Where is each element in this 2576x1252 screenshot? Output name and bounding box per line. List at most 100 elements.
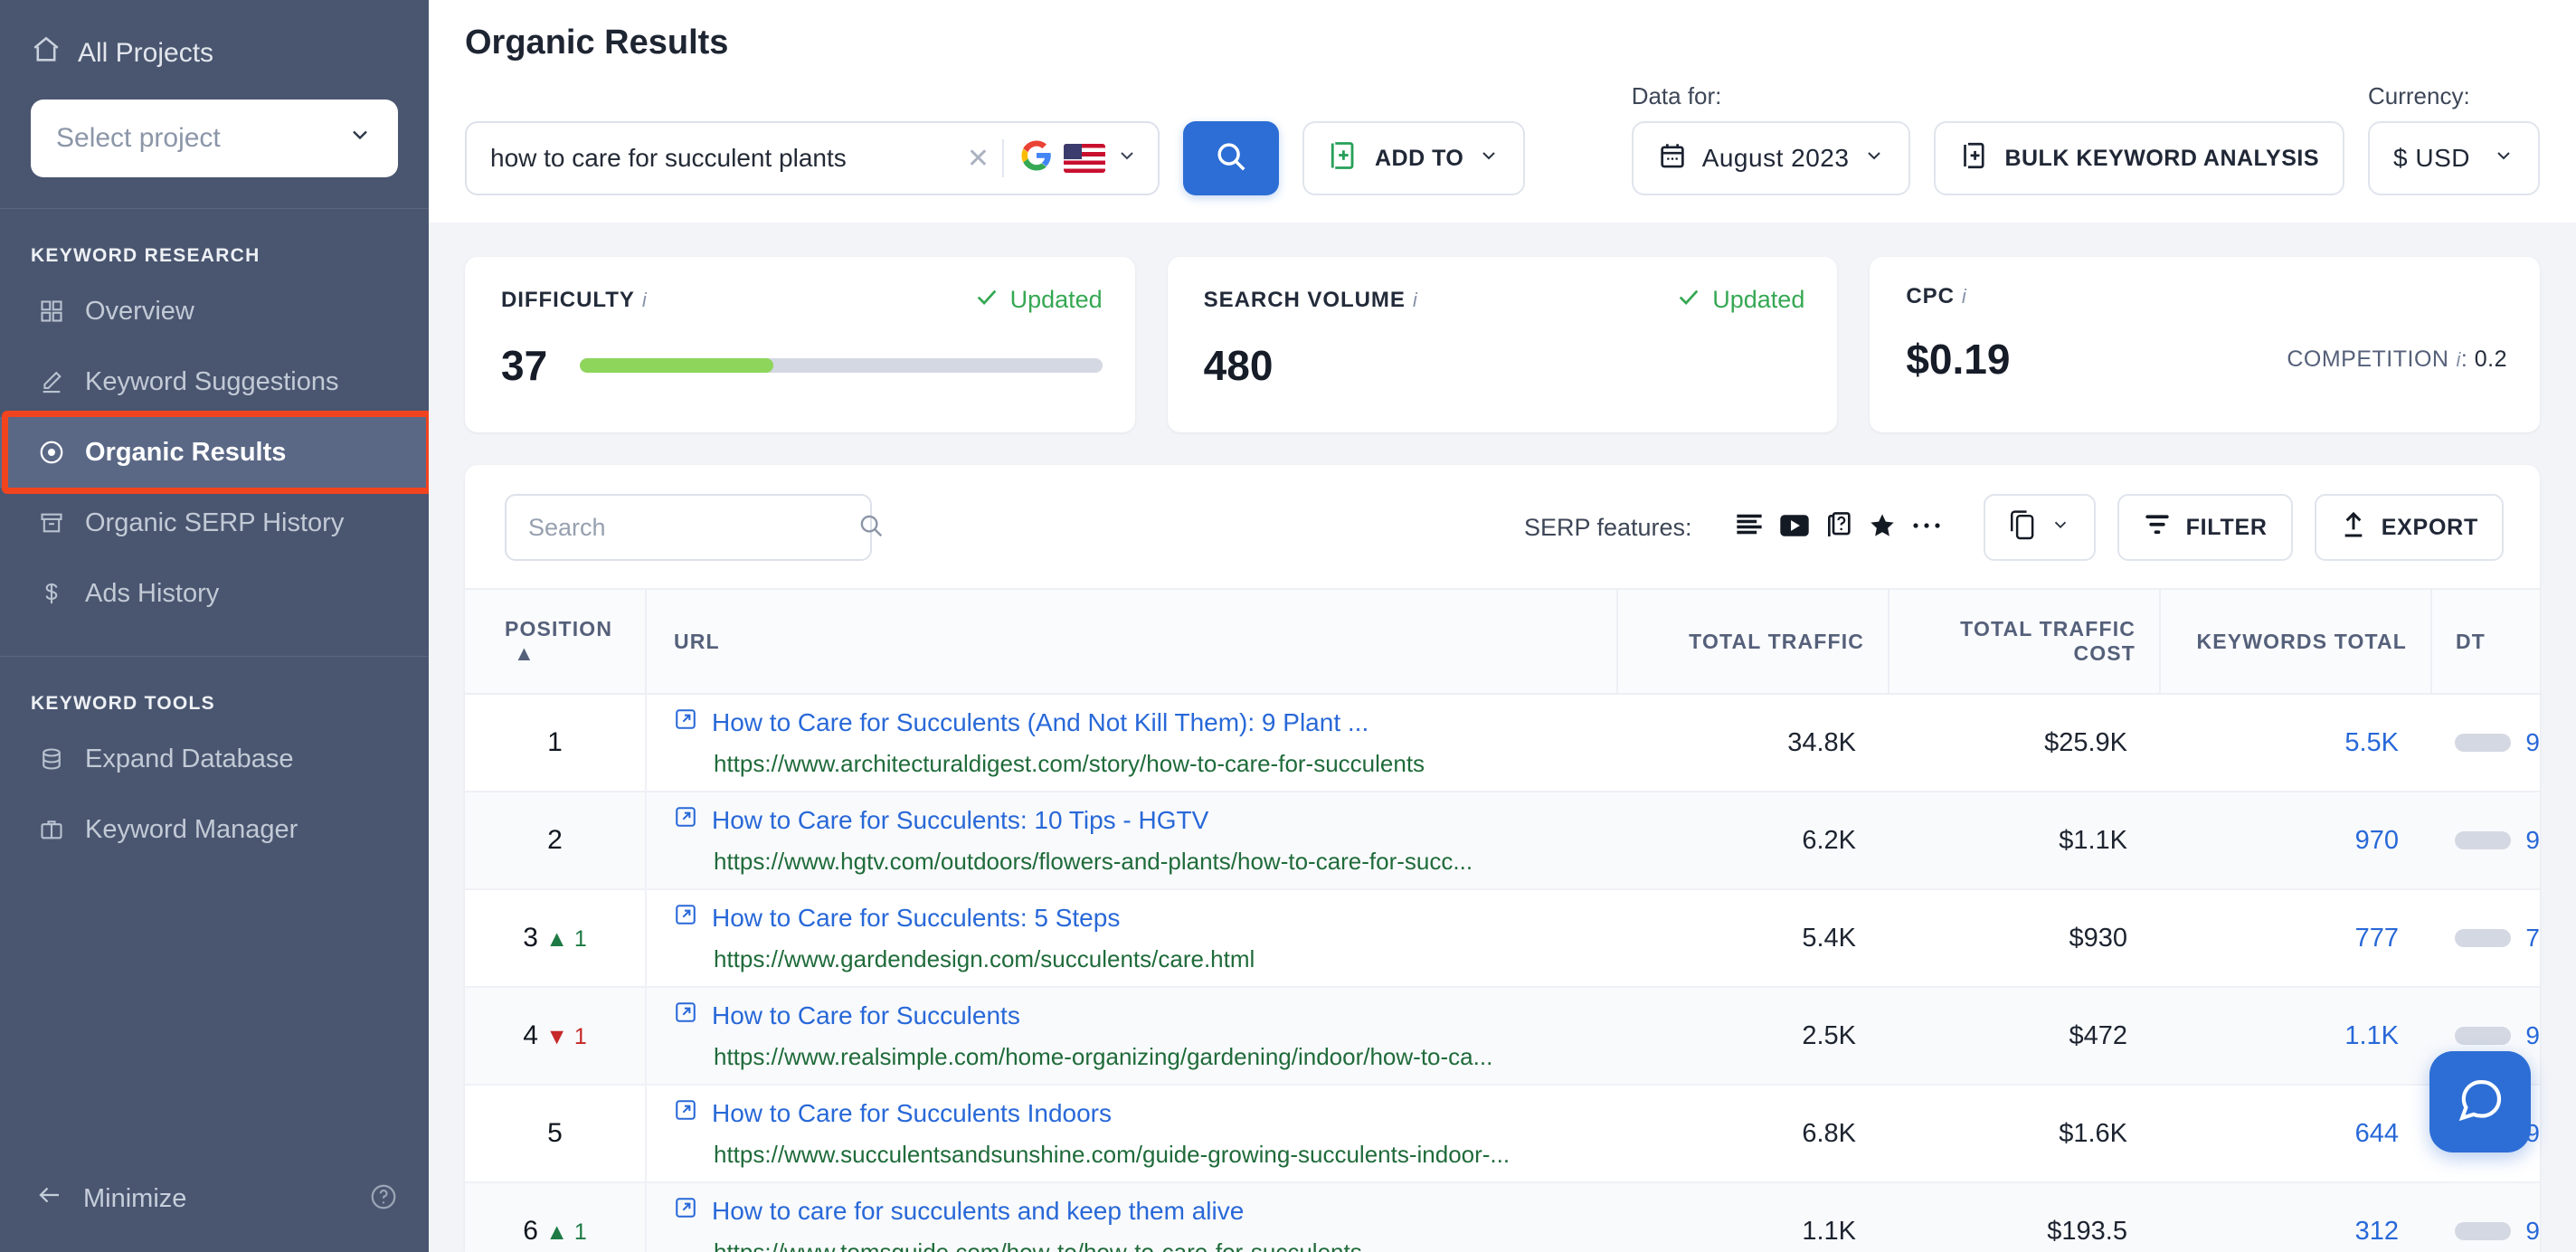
cell-keywords-total[interactable]: 970 — [2160, 792, 2431, 890]
table-row[interactable]: 3 ▲ 1 How to Care for Succulents: 5 Steps… — [465, 889, 2540, 988]
column-header-dt[interactable]: DT — [2430, 588, 2540, 695]
column-header-total-traffic[interactable]: TOTAL TRAFFIC — [1616, 588, 1889, 695]
project-select[interactable]: Select project — [31, 100, 398, 177]
table-row[interactable]: 6 ▲ 1 How to care for succulents and keep… — [465, 1182, 2540, 1252]
add-to-button[interactable]: ADD TO — [1302, 121, 1526, 195]
cell-total-traffic: 2.5K — [1617, 987, 1889, 1086]
dt-value: 7 — [2525, 924, 2540, 952]
result-url-text[interactable]: https://www.architecturaldigest.com/stor… — [714, 750, 1594, 778]
sidebar-item-overview[interactable]: Overview — [0, 276, 429, 346]
sidebar-footer: Minimize — [0, 1181, 429, 1252]
cell-dt: 9 — [2431, 694, 2540, 792]
column-header-url[interactable]: URL — [646, 588, 1617, 695]
cell-keywords-total[interactable]: 644 — [2160, 1085, 2431, 1183]
data-for-dropdown[interactable]: August 2023 — [1631, 121, 1911, 195]
search-button[interactable] — [1183, 121, 1279, 195]
search-volume-label: SEARCH VOLUME — [1203, 287, 1406, 312]
sidebar-item-keyword-suggestions[interactable]: Keyword Suggestions — [0, 346, 429, 417]
cell-url: How to Care for Succulents: 10 Tips - HG… — [646, 792, 1617, 890]
sidebar-item-organic-serp-history[interactable]: Organic SERP History — [0, 488, 429, 558]
table-row[interactable]: 2 How to Care for Succulents: 10 Tips - H… — [465, 792, 2540, 890]
filter-label: FILTER — [2185, 514, 2268, 540]
position-value: 1 — [547, 727, 563, 757]
table-row[interactable]: 1 How to Care for Succulents (And Not Kil… — [465, 694, 2540, 792]
search-engine-picker[interactable] — [1004, 139, 1138, 177]
currency-value: $ USD — [2393, 144, 2470, 172]
chevron-down-icon — [1116, 145, 1138, 173]
column-header-total-traffic-cost[interactable]: TOTAL TRAFFIC COST — [1888, 588, 2160, 695]
more-icon[interactable] — [1911, 519, 1942, 536]
serp-features-icons[interactable] — [1713, 501, 1962, 554]
search-icon — [857, 512, 885, 544]
column-header-keywords-total[interactable]: KEYWORDS TOTAL — [2159, 588, 2431, 695]
results-search-box[interactable] — [505, 494, 883, 561]
dollar-icon — [36, 581, 67, 606]
device-toggle-button[interactable] — [1983, 494, 2096, 561]
cell-keywords-total[interactable]: 312 — [2160, 1182, 2431, 1252]
table-row[interactable]: 5 How to Care for Succulents Indoors https… — [465, 1085, 2540, 1183]
result-title-link[interactable]: How to Care for Succulents — [674, 1001, 1594, 1030]
info-icon[interactable]: i — [642, 289, 647, 311]
cell-dt: 9 — [2431, 1182, 2540, 1252]
sidebar-item-label: Ads History — [85, 578, 220, 608]
column-header-position[interactable]: POSITION ▲ — [465, 588, 647, 695]
result-url-text[interactable]: https://www.gardendesign.com/succulents/… — [714, 945, 1594, 973]
result-title-link[interactable]: How to care for succulents and keep them… — [674, 1196, 1594, 1226]
table-row[interactable]: 4 ▼ 1 How to Care for Succulents https://w… — [465, 987, 2540, 1086]
data-for-label: Data for: — [1631, 82, 1722, 109]
minimize-label: Minimize — [83, 1183, 187, 1213]
video-icon[interactable] — [1779, 513, 1810, 543]
result-url-text[interactable]: https://www.hgtv.com/outdoors/flowers-an… — [714, 848, 1594, 876]
result-title-link[interactable]: How to Care for Succulents Indoors — [674, 1098, 1594, 1128]
sidebar-item-keyword-manager[interactable]: Keyword Manager — [0, 794, 429, 865]
card-label-wrap: SEARCH VOLUME i — [1204, 288, 1417, 313]
all-projects-link[interactable]: All Projects — [31, 34, 398, 72]
filter-button[interactable]: FILTER — [2117, 494, 2293, 561]
clear-icon[interactable]: ✕ — [954, 143, 1002, 175]
info-icon[interactable]: i — [2456, 348, 2460, 371]
cell-keywords-total[interactable]: 777 — [2160, 889, 2431, 988]
cell-url: How to Care for Succulents (And Not Kill… — [646, 694, 1617, 792]
results-search-input[interactable] — [528, 513, 848, 542]
result-url-text[interactable]: https://www.realsimple.com/home-organizi… — [714, 1043, 1594, 1071]
cell-keywords-total[interactable]: 1.1K — [2160, 987, 2431, 1086]
dt-indicator: 9 — [2455, 1021, 2540, 1050]
cell-keywords-total[interactable]: 5.5K — [2160, 694, 2431, 792]
star-icon[interactable] — [1868, 511, 1897, 545]
result-title-link[interactable]: How to Care for Succulents: 5 Steps — [674, 903, 1594, 933]
cell-url: How to Care for Succulents: 5 Steps https… — [646, 889, 1617, 988]
card-body: 37 — [501, 341, 1103, 390]
currency-dropdown[interactable]: $ USD — [2368, 121, 2540, 195]
help-icon[interactable] — [369, 1182, 398, 1216]
keyword-search-input[interactable] — [490, 144, 954, 173]
info-icon[interactable]: i — [1962, 285, 1966, 308]
briefcase-icon — [36, 817, 67, 842]
info-icon[interactable]: i — [1413, 289, 1417, 311]
export-label: EXPORT — [2381, 514, 2478, 540]
result-title-link[interactable]: How to Care for Succulents: 10 Tips - HG… — [674, 805, 1594, 835]
keyword-search-box[interactable]: ✕ — [465, 121, 1160, 195]
check-icon — [1676, 284, 1701, 316]
cell-total-traffic: 6.8K — [1617, 1085, 1889, 1183]
sidebar-item-organic-results[interactable]: Organic Results — [0, 411, 432, 494]
card-header: SEARCH VOLUME i Updated — [1204, 284, 1805, 316]
result-url-text[interactable]: https://www.succulentsandsunshine.com/gu… — [714, 1141, 1594, 1169]
sidebar-group-title-research: KEYWORD RESEARCH — [31, 245, 260, 266]
cell-dt: 9 — [2431, 792, 2540, 890]
chat-button[interactable] — [2429, 1051, 2531, 1152]
result-title-link[interactable]: How to Care for Succulents (And Not Kill… — [674, 707, 1594, 737]
organic-results-table: POSITION ▲ URL TOTAL TRAFFIC TOTAL TRAFF… — [465, 588, 2540, 1252]
cell-total-traffic-cost: $25.9K — [1889, 694, 2160, 792]
difficulty-value: 37 — [501, 342, 548, 389]
bulk-keyword-analysis-button[interactable]: BULK KEYWORD ANALYSIS — [1934, 121, 2344, 195]
export-button[interactable]: EXPORT — [2314, 494, 2504, 561]
result-title-text: How to care for succulents and keep them… — [712, 1196, 1245, 1225]
topbar-controls: ✕ — [465, 82, 2540, 195]
sidebar-item-expand-database[interactable]: Expand Database — [0, 724, 429, 794]
result-url-text[interactable]: https://www.tomsguide.com/how-to/how-to-… — [714, 1238, 1594, 1252]
snippet-icon[interactable] — [1734, 512, 1765, 544]
faq-icon[interactable] — [1824, 511, 1853, 545]
minimize-button[interactable]: Minimize — [36, 1181, 186, 1216]
dt-value: 9 — [2525, 1021, 2540, 1049]
sidebar-item-ads-history[interactable]: Ads History — [0, 558, 429, 629]
